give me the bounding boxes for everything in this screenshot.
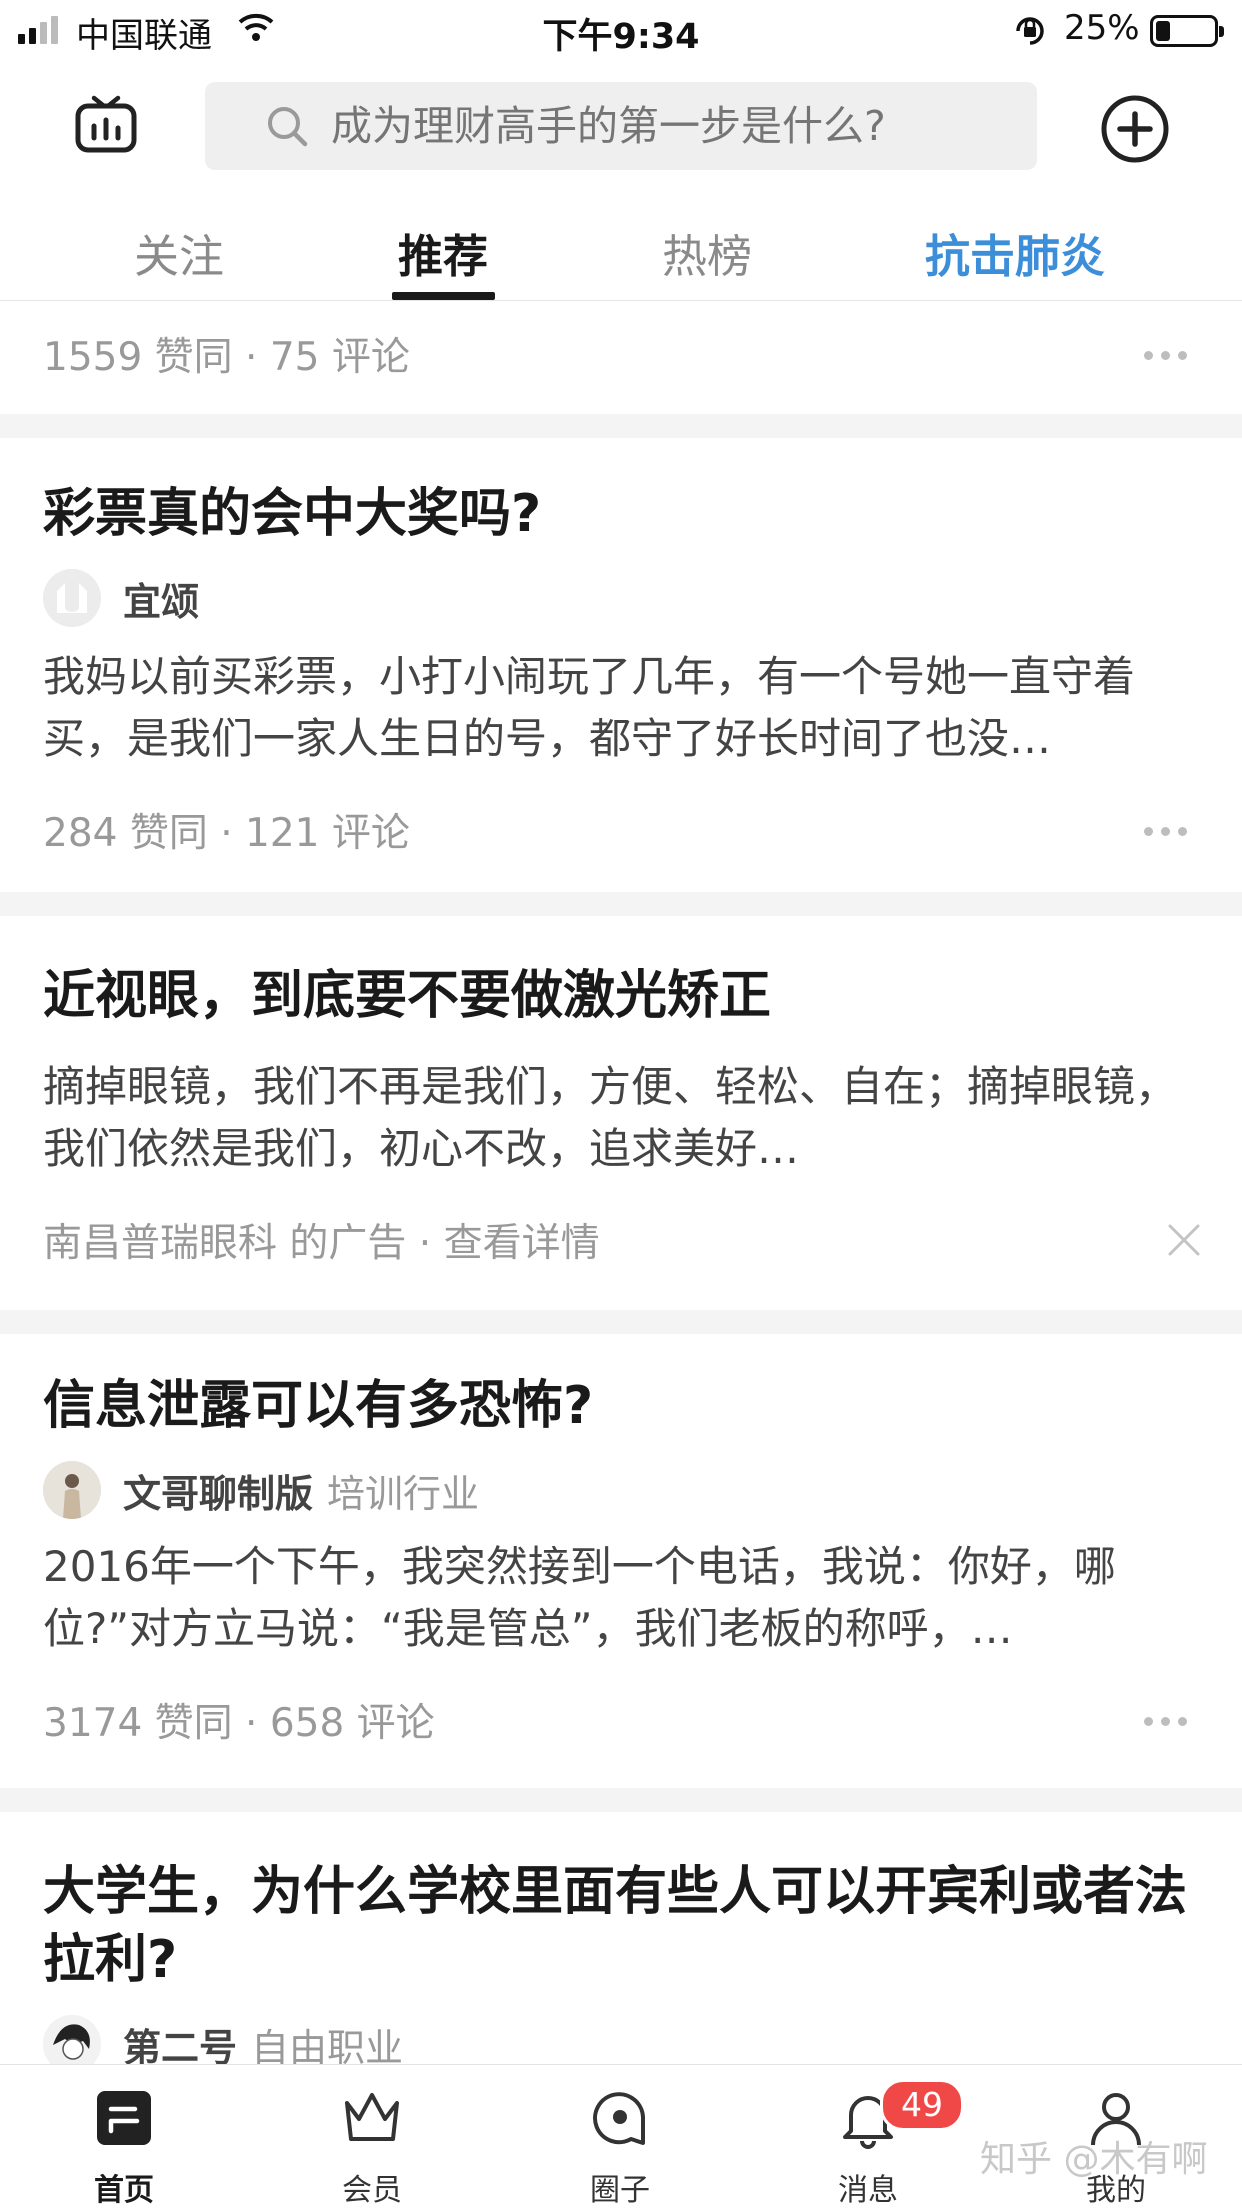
- card-excerpt[interactable]: 2016年一个下午，我突然接到一个电话，我说：你好，哪位?”对方立马说：“我是管…: [43, 1536, 1203, 1660]
- card-title[interactable]: 近视眼，到底要不要做激光矫正: [43, 962, 1203, 1030]
- avatar[interactable]: [43, 2015, 101, 2064]
- watermark: 知乎 @木有啊: [980, 2139, 1208, 2180]
- author-name[interactable]: 第二号: [123, 2017, 237, 2065]
- divider: [0, 1310, 1242, 1334]
- ad-meta[interactable]: 南昌普瑞眼科 的广告 · 查看详情: [43, 1212, 600, 1268]
- feed-card-partial[interactable]: 1559 赞同 · 75 评论: [0, 301, 1242, 414]
- nav-label: 消息: [838, 2173, 898, 2208]
- tv-icon[interactable]: [74, 92, 138, 156]
- orientation-lock-icon: [1016, 17, 1044, 45]
- add-icon[interactable]: [1100, 94, 1170, 164]
- top-header: [0, 62, 1242, 192]
- more-icon[interactable]: [1144, 821, 1195, 840]
- tab-hot[interactable]: 热榜: [662, 220, 752, 285]
- home-icon: [97, 2091, 151, 2145]
- nav-messages[interactable]: 49 消息: [788, 2065, 964, 2209]
- tab-follow[interactable]: 关注: [134, 220, 224, 285]
- crown-icon: [345, 2093, 399, 2141]
- circle-icon: [593, 2092, 645, 2145]
- ad-card[interactable]: 近视眼，到底要不要做激光矫正 摘掉眼镜，我们不再是我们，方便、轻松、自在；摘掉眼…: [0, 916, 1242, 1310]
- card-author[interactable]: 第二号 自由职业: [43, 2014, 403, 2064]
- feed-card[interactable]: 大学生，为什么学校里面有些人可以开宾利或者法拉利? 第二号 自由职业: [0, 1812, 1242, 2064]
- tab-indicator: [392, 292, 495, 300]
- card-author[interactable]: 宜颂: [43, 568, 199, 628]
- divider: [0, 1788, 1242, 1812]
- nav-label: 会员: [342, 2173, 402, 2208]
- nav-label: 首页: [94, 2173, 154, 2208]
- card-author[interactable]: 文哥聊制版 培训行业: [43, 1460, 479, 1520]
- avatar[interactable]: [43, 1461, 101, 1519]
- clock: 下午9:34: [542, 17, 700, 57]
- tab-recommend[interactable]: 推荐: [398, 220, 488, 285]
- nav-vip[interactable]: 会员: [292, 2065, 452, 2209]
- more-icon[interactable]: [1144, 1711, 1195, 1730]
- card-stats: 1559 赞同 · 75 评论: [43, 335, 410, 380]
- nav-home[interactable]: 首页: [44, 2065, 204, 2209]
- tab-bar: 关注 推荐 热榜 抗击肺炎: [0, 192, 1242, 301]
- card-excerpt[interactable]: 摘掉眼镜，我们不再是我们，方便、轻松、自在；摘掉眼镜，我们依然是我们，初心不改，…: [43, 1056, 1203, 1180]
- card-title[interactable]: 信息泄露可以有多恐怖?: [43, 1372, 1203, 1440]
- status-bar: 中国联通 下午9:34 25%: [0, 0, 1242, 62]
- close-icon[interactable]: [1166, 1222, 1202, 1258]
- card-title[interactable]: 彩票真的会中大奖吗?: [43, 480, 1203, 548]
- author-name[interactable]: 文哥聊制版: [123, 1463, 313, 1518]
- divider: [0, 892, 1242, 916]
- card-title[interactable]: 大学生，为什么学校里面有些人可以开宾利或者法拉利?: [43, 1858, 1203, 1994]
- more-icon[interactable]: [1144, 345, 1195, 364]
- nav-label: 圈子: [590, 2173, 650, 2208]
- author-name[interactable]: 宜颂: [123, 571, 199, 626]
- author-tag: 自由职业: [251, 2025, 404, 2065]
- card-stats: 284 赞同 · 121 评论: [43, 811, 410, 856]
- author-tag: 培训行业: [327, 1471, 480, 1516]
- battery-fill: [1156, 21, 1170, 41]
- divider: [0, 414, 1242, 438]
- search-box[interactable]: [205, 82, 1037, 170]
- notification-badge: 49: [880, 2079, 964, 2131]
- avatar[interactable]: [43, 569, 101, 627]
- search-icon: [268, 107, 308, 147]
- battery-percent: 25%: [1064, 8, 1140, 48]
- card-excerpt[interactable]: 我妈以前买彩票，小打小闹玩了几年，有一个号她一直守着买，是我们一家人生日的号，都…: [43, 646, 1203, 770]
- search-input[interactable]: [331, 82, 1011, 170]
- nav-circle[interactable]: 圈子: [540, 2065, 700, 2209]
- feed-card[interactable]: 信息泄露可以有多恐怖? 文哥聊制版 培训行业 2016年一个下午，我突然接到一个…: [0, 1334, 1242, 1788]
- card-stats: 3174 赞同 · 658 评论: [43, 1701, 435, 1746]
- feed-card[interactable]: 彩票真的会中大奖吗? 宜颂 我妈以前买彩票，小打小闹玩了几年，有一个号她一直守着…: [0, 438, 1242, 892]
- battery-icon: [1150, 15, 1224, 47]
- tab-fight-pneumonia[interactable]: 抗击肺炎: [925, 220, 1105, 285]
